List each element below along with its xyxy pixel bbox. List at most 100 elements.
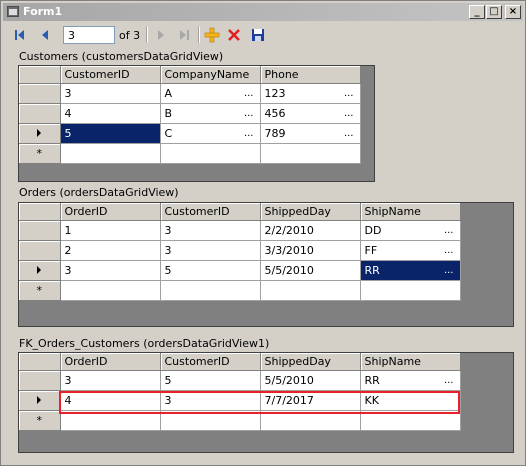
ellipsis-icon: ...	[343, 127, 354, 139]
toolbar-separator	[198, 27, 200, 43]
grid-cell[interactable]: 5	[160, 260, 261, 281]
cell-text: 5	[164, 263, 172, 277]
row-header[interactable]	[19, 103, 61, 124]
row-header[interactable]: *	[19, 410, 61, 431]
column-header[interactable]: CustomerID	[160, 353, 261, 371]
ellipsis-icon: ...	[343, 107, 354, 119]
grid-cell[interactable]	[260, 280, 361, 301]
grid-cell[interactable]: 2	[60, 240, 161, 261]
ellipsis-icon: ...	[243, 107, 254, 119]
column-header[interactable]: ShippedDay	[260, 203, 361, 221]
move-last-icon	[180, 30, 189, 40]
grid-cell[interactable]: 3	[60, 83, 161, 104]
current-row-icon	[37, 395, 42, 404]
grid-cell[interactable]: 5	[160, 370, 261, 391]
table-row: 3 5 5/5/2010 RR...	[19, 370, 461, 391]
count-label: of 3	[119, 29, 141, 42]
column-header[interactable]: Phone	[260, 66, 361, 84]
grid-cell[interactable]: 3	[60, 370, 161, 391]
cell-text: 4	[64, 106, 72, 120]
form-window: Form1 _□× of 3 Customers (cust	[0, 0, 526, 466]
grid-cell[interactable]: 3/3/2010	[260, 240, 361, 261]
cell-text: 5	[64, 126, 72, 140]
move-next-icon	[158, 30, 164, 40]
window-title: Form1	[23, 5, 63, 18]
grid-cell[interactable]	[160, 143, 261, 164]
cell-text: 2/2/2010	[264, 223, 314, 237]
cell-text: 2	[64, 243, 72, 257]
grid-cell[interactable]	[60, 280, 161, 301]
grid-cell[interactable]	[360, 280, 461, 301]
column-header[interactable]: ShipName	[360, 203, 461, 221]
highlight-box	[59, 391, 460, 414]
row-header[interactable]	[19, 370, 61, 391]
grid-cell[interactable]: 5/5/2010	[260, 260, 361, 281]
new-row-icon: *	[36, 283, 43, 297]
cell-text: 1	[64, 223, 72, 237]
row-header-corner	[19, 203, 61, 221]
grid-cell[interactable]: 3	[160, 240, 261, 261]
grid-cell[interactable]: 5/5/2010	[260, 370, 361, 391]
row-header[interactable]: *	[19, 143, 61, 164]
grid-cell[interactable]: FF...	[360, 240, 461, 261]
grid-cell[interactable]: C...	[160, 123, 261, 144]
grid-cell[interactable]: 789...	[260, 123, 361, 144]
add-icon	[204, 27, 220, 43]
row-header-corner	[19, 353, 61, 371]
cell-text: 3	[164, 223, 172, 237]
row-header[interactable]	[19, 240, 61, 261]
move-next-button[interactable]	[151, 26, 169, 44]
column-header[interactable]: CustomerID	[60, 66, 161, 84]
grid-cell[interactable]: B...	[160, 103, 261, 124]
row-header[interactable]	[19, 83, 61, 104]
grid-cell[interactable]: 5	[60, 123, 161, 144]
grid-cell[interactable]: RR...	[360, 260, 461, 281]
add-new-button[interactable]	[203, 26, 221, 44]
column-header[interactable]: ShippedDay	[260, 353, 361, 371]
row-header-corner	[19, 66, 61, 84]
grid-cell[interactable]: 4	[60, 103, 161, 124]
column-header[interactable]: CustomerID	[160, 203, 261, 221]
grid-cell[interactable]: 123...	[260, 83, 361, 104]
position-input[interactable]	[63, 26, 115, 44]
new-row-icon: *	[36, 413, 43, 427]
row-header[interactable]: *	[19, 280, 61, 301]
grid-cell[interactable]: 456...	[260, 103, 361, 124]
row-header[interactable]	[19, 260, 61, 281]
move-last-button[interactable]	[175, 26, 193, 44]
fk-orders-grid[interactable]: OrderID CustomerID ShippedDay ShipName 3…	[18, 352, 514, 453]
save-icon	[252, 29, 264, 41]
grid-cell[interactable]: RR...	[360, 370, 461, 391]
grid-cell[interactable]: 3	[160, 220, 261, 241]
close-button[interactable]: ×	[505, 5, 521, 19]
cell-text: 3	[64, 263, 72, 277]
orders-grid[interactable]: OrderID CustomerID ShippedDay ShipName 1…	[18, 202, 514, 327]
column-header[interactable]: CompanyName	[160, 66, 261, 84]
grid-cell[interactable]: DD...	[360, 220, 461, 241]
column-header[interactable]: ShipName	[360, 353, 461, 371]
cell-text: 5/5/2010	[264, 373, 314, 387]
grid-cell[interactable]	[60, 143, 161, 164]
row-header[interactable]	[19, 123, 61, 144]
grid-cell[interactable]: 1	[60, 220, 161, 241]
minimize-button[interactable]: _	[469, 5, 485, 19]
row-header[interactable]	[19, 220, 61, 241]
column-header[interactable]: OrderID	[60, 353, 161, 371]
row-header[interactable]	[19, 390, 61, 411]
grid-cell[interactable]: 3	[60, 260, 161, 281]
maximize-button[interactable]: □	[486, 5, 502, 19]
grid-cell[interactable]	[160, 280, 261, 301]
cell-text: 789	[264, 126, 286, 140]
current-row-icon	[37, 265, 42, 274]
grid-cell[interactable]	[260, 143, 361, 164]
column-header[interactable]: OrderID	[60, 203, 161, 221]
table-row: 4 B... 456...	[19, 103, 361, 124]
delete-button[interactable]	[225, 26, 243, 44]
save-button[interactable]	[249, 26, 267, 44]
ellipsis-icon: ...	[443, 374, 454, 386]
grid-cell[interactable]: 2/2/2010	[260, 220, 361, 241]
move-previous-button[interactable]	[37, 26, 55, 44]
customers-grid[interactable]: CustomerID CompanyName Phone 3 A... 123.…	[18, 65, 375, 182]
move-first-button[interactable]	[11, 26, 29, 44]
grid-cell[interactable]: A...	[160, 83, 261, 104]
